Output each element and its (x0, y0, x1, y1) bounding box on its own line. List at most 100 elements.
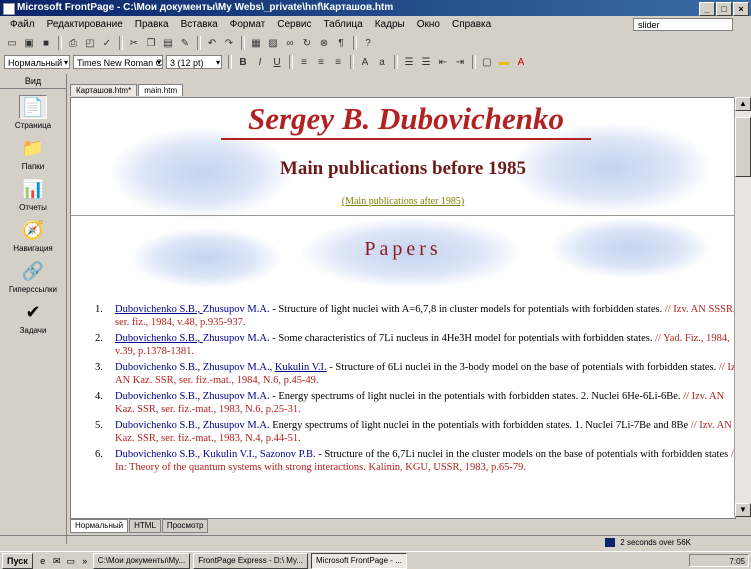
document-tabs: Карташов.htm* main.htm (70, 84, 184, 96)
menu-frames[interactable]: Кадры (369, 17, 411, 33)
frontpage-app-icon (3, 3, 15, 15)
format-painter-icon[interactable]: ✎ (177, 36, 193, 51)
main-publications-heading: Main publications before 1985 (279, 158, 527, 179)
copy-icon[interactable]: ❐ (143, 36, 159, 51)
desktop-quicklaunch-icon[interactable]: ▭ (65, 555, 77, 567)
redo-icon[interactable]: ↷ (221, 36, 237, 51)
view-tasks-button[interactable]: ✔ Задачи (3, 300, 63, 336)
image-icon[interactable]: ▨ (265, 36, 281, 51)
toolbar-separator (228, 55, 232, 69)
menu-correct[interactable]: Правка (129, 17, 175, 33)
refresh-icon[interactable]: ↻ (299, 36, 315, 51)
page-editor[interactable]: Sergey B. Dubovichenko Main publications… (70, 97, 736, 519)
show-all-icon[interactable]: ¶ (333, 36, 349, 51)
increase-indent-icon[interactable]: ⇥ (452, 55, 468, 70)
style-select[interactable]: Нормальный (4, 55, 70, 69)
scroll-thumb[interactable] (735, 117, 751, 177)
italic-icon[interactable]: I (252, 55, 268, 70)
help-icon[interactable]: ? (360, 36, 376, 51)
menu-help[interactable]: Справка (446, 17, 497, 33)
tab-kartashov[interactable]: Карташов.htm* (70, 84, 138, 96)
align-left-icon[interactable]: ≡ (296, 55, 312, 70)
tab-html[interactable]: HTML (129, 518, 161, 533)
align-right-icon[interactable]: ≡ (330, 55, 346, 70)
list-item: 6. Dubovichenko S.B., Kukulin V.I., Sazo… (95, 449, 735, 473)
menu-tools[interactable]: Сервис (271, 17, 317, 33)
taskbar-explorer[interactable]: C:\Мои документы\My... (92, 552, 191, 569)
maximize-button[interactable]: □ (716, 2, 732, 16)
close-button[interactable]: × (733, 2, 749, 16)
menu-format[interactable]: Формат (224, 17, 272, 33)
save-icon[interactable]: ■ (38, 36, 54, 51)
spell-icon[interactable]: ✓ (99, 36, 115, 51)
taskbar: Пуск e ✉ ▭ » C:\Мои документы\My... Fron… (0, 551, 751, 569)
bullet-list-icon[interactable]: ☰ (418, 55, 434, 70)
toolbar-separator (353, 36, 357, 50)
preview-icon[interactable]: ◰ (82, 36, 98, 51)
scroll-up-icon[interactable]: ▲ (735, 97, 751, 111)
menu-file[interactable]: Файл (4, 17, 41, 33)
view-hyperlinks-button[interactable]: 🔗 Гиперссылки (3, 259, 63, 295)
menu-edit[interactable]: Редактирование (41, 17, 129, 33)
menu-window[interactable]: Окно (411, 17, 446, 33)
cut-icon[interactable]: ✂ (126, 36, 142, 51)
scroll-down-icon[interactable]: ▼ (735, 503, 751, 517)
hyperlink-icon[interactable]: ∞ (282, 36, 298, 51)
underline-icon[interactable]: U (269, 55, 285, 70)
taskbar-frontpage[interactable]: Microsoft FrontPage - ... (311, 552, 407, 569)
border-icon[interactable]: ▢ (479, 55, 495, 70)
font-select[interactable]: Times New Roman CE (73, 55, 163, 69)
vertical-scrollbar[interactable]: ▲ ▼ (734, 97, 751, 517)
help-search-input[interactable]: slider (633, 18, 733, 31)
page-view-icon: 📄 (19, 95, 47, 119)
menu-insert[interactable]: Вставка (175, 17, 224, 33)
tab-preview[interactable]: Просмотр (161, 518, 209, 533)
outlook-quicklaunch-icon[interactable]: ✉ (51, 555, 63, 567)
size-select[interactable]: 3 (12 pt) (166, 55, 222, 69)
view-navigation-label: Навигация (13, 244, 53, 253)
new-icon[interactable]: ▭ (4, 36, 20, 51)
ie-quicklaunch-icon[interactable]: e (37, 555, 49, 567)
view-folders-button[interactable]: 📁 Папки (3, 136, 63, 172)
reports-view-icon: 📊 (21, 178, 45, 199)
increase-font-icon[interactable]: A (357, 55, 373, 70)
view-mode-tabs: Нормальный HTML Просмотр (70, 518, 209, 533)
menu-table[interactable]: Таблица (318, 17, 369, 33)
publications-list: 1. Dubovichenko S.B., Zhusupov M.A. - St… (87, 304, 736, 478)
paste-icon[interactable]: ▤ (160, 36, 176, 51)
views-header: Вид (0, 74, 66, 89)
view-navigation-button[interactable]: 🧭 Навигация (3, 218, 63, 254)
list-item: 2. Dubovichenko S.B., Zhusupov M.A. - So… (95, 333, 730, 357)
print-icon[interactable]: ⎙ (65, 36, 81, 51)
toolbar-separator (394, 55, 398, 69)
start-button[interactable]: Пуск (2, 552, 33, 569)
open-icon[interactable]: ▣ (21, 36, 37, 51)
decrease-font-icon[interactable]: a (374, 55, 390, 70)
toolbar-separator (350, 55, 354, 69)
table-icon[interactable]: ▦ (248, 36, 264, 51)
folders-view-icon: 📁 (21, 137, 45, 158)
tab-normal[interactable]: Нормальный (70, 518, 129, 533)
list-item: 3. Dubovichenko S.B., Zhusupov M.A., Kuk… (95, 362, 736, 386)
toolbar-separator (119, 36, 123, 50)
align-center-icon[interactable]: ≡ (313, 55, 329, 70)
stop-icon[interactable]: ⊗ (316, 36, 332, 51)
system-tray-clock: 7:05 (689, 554, 749, 567)
quicklaunch-more-icon[interactable]: » (79, 555, 91, 567)
undo-icon[interactable]: ↶ (204, 36, 220, 51)
toolbar-separator (197, 36, 201, 50)
bold-icon[interactable]: B (235, 55, 251, 70)
view-page-button[interactable]: 📄 Страница (3, 95, 63, 130)
minimize-button[interactable]: _ (699, 2, 715, 16)
hyperlinks-view-icon: 🔗 (21, 260, 45, 281)
numbered-list-icon[interactable]: ☰ (401, 55, 417, 70)
view-reports-label: Отчеты (19, 203, 47, 212)
font-color-icon[interactable]: A (513, 55, 529, 70)
tab-main[interactable]: main.htm (138, 84, 184, 96)
taskbar-frontpage-express[interactable]: FrontPage Express - D:\ My... (193, 552, 309, 569)
publications-after-link[interactable]: (Main publications after 1985) (71, 196, 735, 207)
status-icon (605, 538, 616, 548)
view-reports-button[interactable]: 📊 Отчеты (3, 177, 63, 213)
decrease-indent-icon[interactable]: ⇤ (435, 55, 451, 70)
highlight-icon[interactable]: ▬ (496, 55, 512, 70)
